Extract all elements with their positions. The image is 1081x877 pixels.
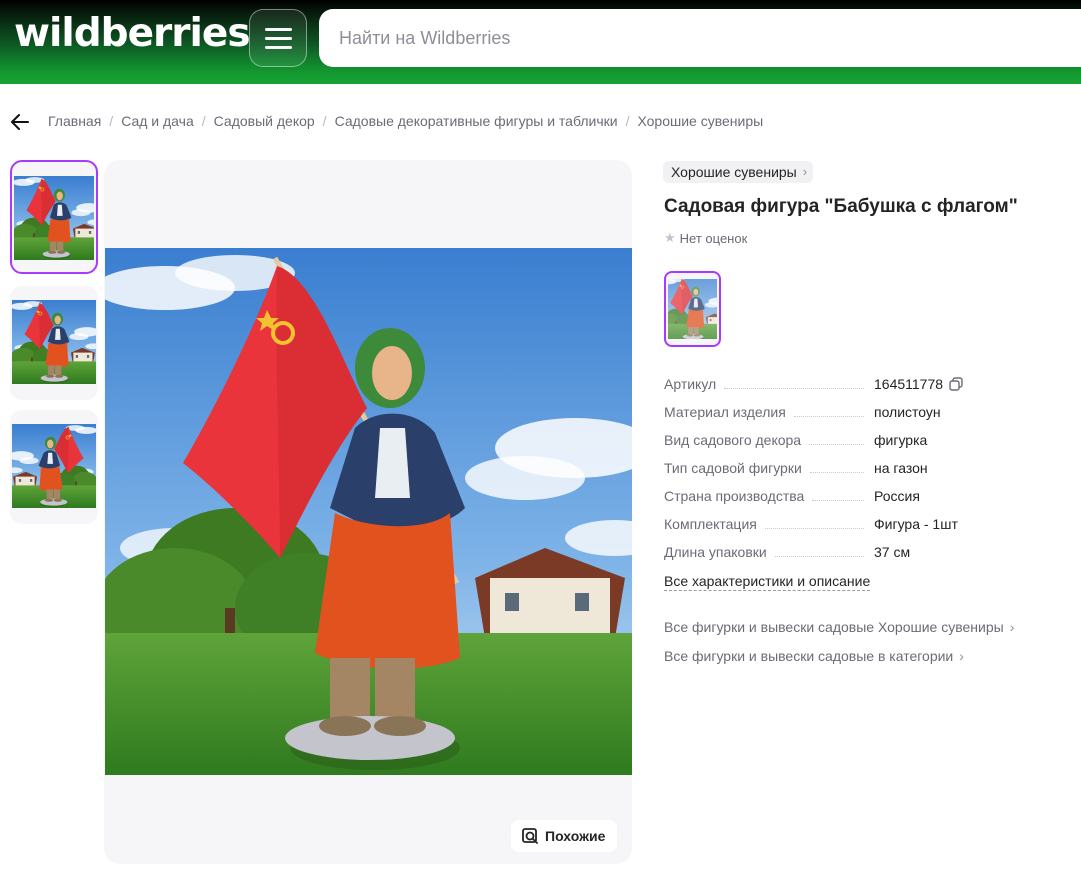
breadcrumb-separator: / bbox=[201, 113, 206, 129]
breadcrumb-item[interactable]: Сад и дача bbox=[121, 113, 194, 129]
menu-icon-line bbox=[265, 28, 292, 31]
color-variant-thumbnail[interactable] bbox=[664, 271, 721, 347]
search-similar-icon bbox=[522, 828, 538, 844]
breadcrumb-item[interactable]: Садовый декор bbox=[214, 113, 315, 129]
breadcrumb-separator: / bbox=[322, 113, 327, 129]
similar-button[interactable]: Похожие bbox=[511, 820, 618, 852]
product-thumbnail-image bbox=[12, 424, 96, 508]
spec-label: Вид садового декора bbox=[664, 432, 802, 448]
spec-row: Материал изделия полистоун bbox=[664, 404, 1064, 432]
specs-table: Артикул 164511778 Материал изделия полис… bbox=[664, 376, 1064, 572]
similar-label: Похожие bbox=[545, 828, 606, 844]
spec-value: 37 см bbox=[874, 544, 911, 560]
menu-icon-line bbox=[265, 46, 292, 49]
breadcrumb-item[interactable]: Главная bbox=[48, 113, 101, 129]
chevron-right-icon: › bbox=[959, 648, 964, 664]
product-title: Садовая фигура "Бабушка с флагом" bbox=[664, 196, 1018, 217]
category-link[interactable]: Все фигурки и вывески садовые в категори… bbox=[664, 648, 964, 664]
header: wildberries bbox=[0, 0, 1081, 84]
spec-row: Длина упаковки 37 см bbox=[664, 544, 1064, 572]
brand-category-link[interactable]: Все фигурки и вывески садовые Хорошие су… bbox=[664, 619, 1014, 635]
spec-row: Страна производства Россия bbox=[664, 488, 1064, 516]
spec-label: Длина упаковки bbox=[664, 544, 767, 560]
spec-label: Артикул bbox=[664, 376, 717, 392]
spec-value: фигурка bbox=[874, 432, 928, 448]
product-photo bbox=[105, 248, 632, 775]
copy-icon[interactable] bbox=[949, 377, 963, 391]
spec-value: Фигура - 1шт bbox=[874, 516, 958, 532]
link-label: Все фигурки и вывески садовые в категори… bbox=[664, 648, 954, 664]
breadcrumb-separator: / bbox=[109, 113, 114, 129]
brand-name: Хорошие сувениры bbox=[671, 164, 797, 180]
menu-button[interactable] bbox=[249, 9, 307, 67]
gallery-thumbnail-3[interactable] bbox=[10, 410, 98, 524]
menu-icon-line bbox=[265, 37, 292, 40]
brand-link[interactable]: Хорошие сувениры › bbox=[663, 161, 814, 183]
spec-label: Комплектация bbox=[664, 516, 757, 532]
search-input[interactable] bbox=[319, 9, 1081, 67]
back-arrow-icon[interactable] bbox=[8, 110, 32, 134]
wildberries-logo[interactable]: wildberries bbox=[14, 12, 251, 56]
gallery-thumbnail-1[interactable] bbox=[10, 160, 98, 274]
breadcrumb-item[interactable]: Садовые декоративные фигуры и таблички bbox=[335, 113, 618, 129]
spec-label: Материал изделия bbox=[664, 404, 786, 420]
rating-text: Нет оценок bbox=[679, 230, 748, 246]
spec-value: Россия bbox=[874, 488, 920, 504]
chevron-right-icon: › bbox=[802, 164, 808, 179]
spec-label: Страна производства bbox=[664, 488, 805, 504]
star-icon: ★ bbox=[664, 230, 676, 245]
rating: ★ Нет оценок bbox=[664, 230, 747, 246]
spec-row: Комплектация Фигура - 1шт bbox=[664, 516, 1064, 544]
breadcrumb-separator: / bbox=[625, 113, 630, 129]
main-product-image[interactable] bbox=[104, 160, 632, 864]
spec-value: на газон bbox=[874, 460, 928, 476]
product-thumbnail-image bbox=[14, 176, 94, 260]
variant-image bbox=[668, 279, 717, 339]
link-label: Все фигурки и вывески садовые Хорошие су… bbox=[664, 619, 1004, 635]
spec-row: Вид садового декора фигурка bbox=[664, 432, 1064, 460]
spec-row: Тип садовой фигурки на газон bbox=[664, 460, 1064, 488]
spec-row: Артикул 164511778 bbox=[664, 376, 1064, 404]
all-specs-link[interactable]: Все характеристики и описание bbox=[664, 573, 871, 591]
spec-value: полистоун bbox=[874, 404, 941, 420]
spec-value: 164511778 bbox=[874, 376, 944, 392]
breadcrumb-item[interactable]: Хорошие сувениры bbox=[637, 113, 763, 129]
gallery-thumbnail-2[interactable] bbox=[10, 286, 98, 400]
breadcrumb: Главная / Сад и дача / Садовый декор / С… bbox=[48, 113, 763, 129]
spec-label: Тип садовой фигурки bbox=[664, 460, 802, 476]
product-thumbnail-image bbox=[12, 300, 96, 384]
chevron-right-icon: › bbox=[1009, 619, 1015, 635]
